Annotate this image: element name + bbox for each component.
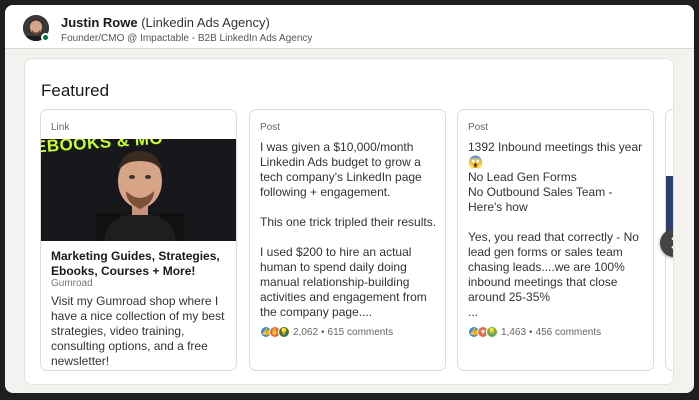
profile-headline: Founder/CMO @ Impactable - B2B LinkedIn … [61,33,313,44]
social-counts[interactable]: 👍 ✋ 💡 2,062 • 615 comments [260,326,393,338]
profile-name-line: Justin Rowe (Linkedin Ads Agency) [61,15,270,30]
insightful-icon: 💡 [278,326,290,338]
profile-sticky-header: Justin Rowe (Linkedin Ads Agency) Founde… [5,5,694,49]
profile-name-suffix: (Linkedin Ads Agency) [141,15,270,30]
avatar[interactable] [23,15,50,42]
featured-card-post[interactable]: Post I was given a $10,000/month Linkedi… [249,109,446,371]
separator-dot: • [321,326,325,338]
reaction-icons: 👍 ♥ 💡 [468,326,498,338]
link-thumbnail: EBOOKS & MO [41,139,236,241]
reaction-count[interactable]: 2,062 [293,327,318,338]
reaction-count[interactable]: 1,463 [501,327,526,338]
post-text: 1392 Inbound meetings this year 😱 No Lea… [468,140,643,319]
link-source: Gumroad [51,278,93,289]
app-window: Justin Rowe (Linkedin Ads Agency) Founde… [5,5,694,393]
insightful-icon: 💡 [486,326,498,338]
link-title[interactable]: Marketing Guides, Strategies, Ebooks, Co… [51,249,231,279]
comment-count[interactable]: 456 comments [536,327,602,338]
card-type-label: Post [260,122,281,133]
post-text: I was given a $10,000/month Linkedin Ads… [260,140,437,319]
featured-card-post[interactable]: Post 1392 Inbound meetings this year 😱 N… [457,109,654,371]
social-counts[interactable]: 👍 ♥ 💡 1,463 • 456 comments [468,326,601,338]
chevron-right-icon [671,237,673,249]
card-type-label: Post [468,122,489,133]
card-type-label: Link [51,122,70,133]
separator-dot: • [529,326,533,338]
link-description: Visit my Gumroad shop where I have a nic… [51,294,225,368]
person-image [96,151,184,241]
section-title: Featured [41,81,110,100]
featured-section: Featured Link EBOOKS & MO Marketing Guid… [24,58,674,385]
profile-name[interactable]: Justin Rowe [61,15,138,30]
reaction-icons: 👍 ✋ 💡 [260,326,290,338]
comment-count[interactable]: 615 comments [328,327,394,338]
online-status-icon [41,33,50,42]
carousel-next-button[interactable] [660,229,673,257]
featured-card-link[interactable]: Link EBOOKS & MO Marketing Guides, Strat… [40,109,237,371]
